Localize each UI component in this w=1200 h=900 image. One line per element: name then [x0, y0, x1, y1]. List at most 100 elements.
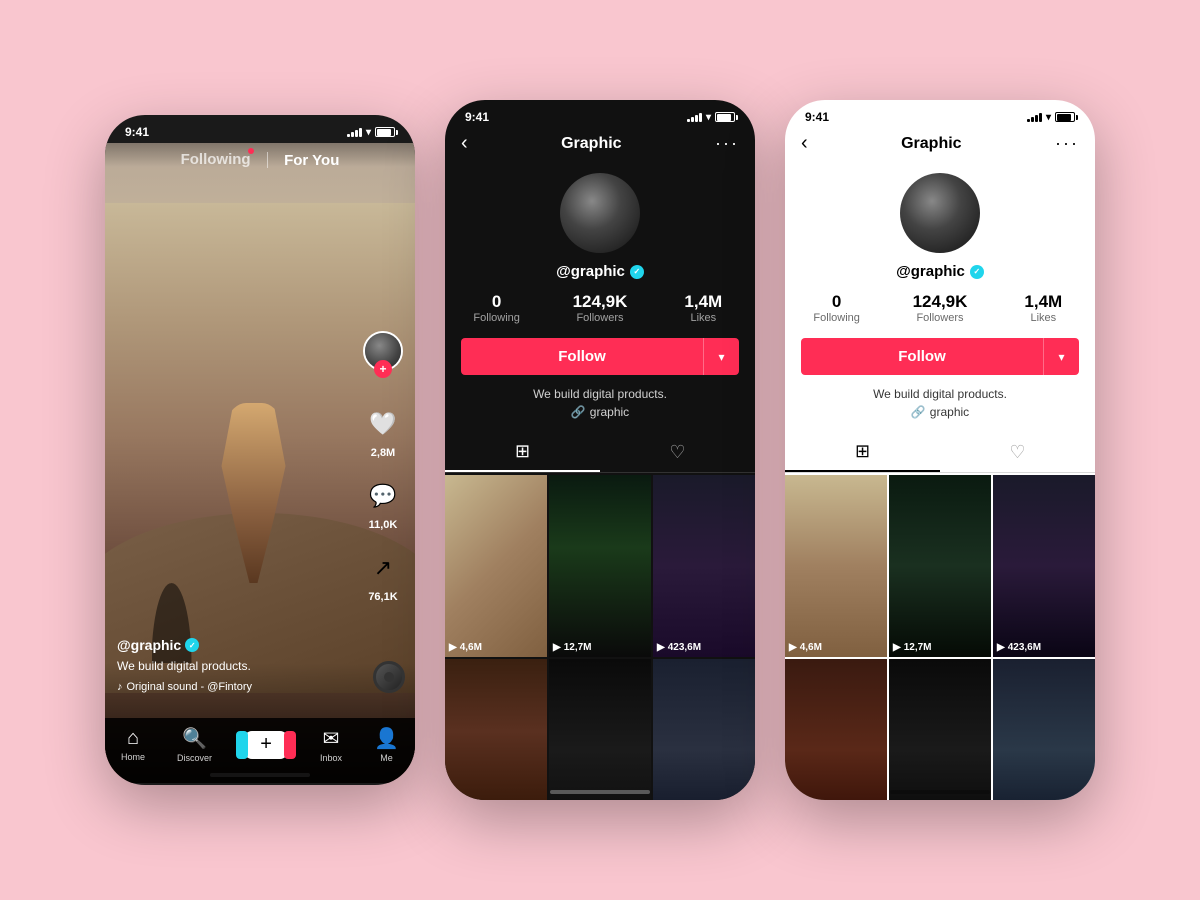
grid-tab-2[interactable]: ⊞ — [445, 433, 600, 472]
avatar-image-3 — [900, 173, 980, 253]
follow-button-2[interactable]: Follow — [461, 338, 703, 375]
grid-item-l3[interactable]: ▶ 423,6M — [993, 475, 1095, 657]
notif-dot — [248, 148, 254, 154]
search-icon: 🔍 — [182, 726, 207, 751]
profile-title-3: Graphic — [901, 135, 961, 153]
more-button-2[interactable]: ··· — [715, 133, 739, 154]
follow-row-2: Follow ▾ — [461, 338, 739, 375]
grid-item-l2[interactable]: ▶ 12,7M — [889, 475, 991, 657]
wifi-icon-3: ▾ — [1046, 112, 1051, 123]
nav-inbox[interactable]: ✉ Inbox — [320, 726, 342, 763]
nav-create[interactable]: + — [244, 731, 288, 759]
thumb-1 — [445, 475, 547, 657]
music-disc — [373, 661, 405, 693]
profile-avatar-2 — [560, 173, 640, 253]
avatar-wrap-2 — [445, 163, 755, 263]
grid-item-3[interactable]: ▶ 423,6M — [653, 475, 755, 657]
profile-icon: 👤 — [374, 726, 399, 751]
share-action[interactable]: ↗ 76,1K — [364, 549, 402, 603]
comment-action[interactable]: 💬 11,0K — [364, 477, 402, 531]
thumb-l2 — [889, 475, 991, 657]
thumb-l3 — [993, 475, 1095, 657]
following-tab[interactable]: Following — [181, 151, 251, 168]
create-icon[interactable]: + — [244, 731, 288, 759]
count-1: ▶ 4,6M — [449, 642, 482, 653]
phone1: 9:41 ▾ — [105, 115, 415, 785]
profile-header-2: ‹ Graphic ··· — [445, 128, 755, 163]
video-actions: + 🤍 2,8M 💬 11,0K ↗ 76,1K — [363, 331, 403, 603]
link-3: 🔗 graphic — [785, 405, 1095, 419]
disc-center — [384, 672, 394, 682]
follow-button-3[interactable]: Follow — [801, 338, 1043, 375]
wifi-icon-1: ▾ — [366, 127, 371, 138]
tab-divider — [267, 152, 269, 168]
link-icon-2: 🔗 — [571, 405, 586, 419]
grid-item-l1[interactable]: ▶ 4,6M — [785, 475, 887, 657]
grid-item-l5[interactable]: ▶ 423,6M — [889, 659, 991, 800]
liked-tab-3[interactable]: ♡ — [940, 433, 1095, 472]
verified-badge-3: ✓ — [970, 265, 984, 279]
follow-dropdown-3[interactable]: ▾ — [1043, 338, 1079, 375]
bio-3: We build digital products. — [785, 387, 1095, 401]
grid-item-4[interactable]: ▶ 12,7M — [445, 659, 547, 800]
status-bar-1: 9:41 ▾ — [105, 115, 415, 143]
grid-item-2[interactable]: ▶ 12,7M — [549, 475, 651, 657]
grid-item-1[interactable]: ▶ 4,6M — [445, 475, 547, 657]
thumb-l6 — [993, 659, 1095, 800]
status-bar-2: 9:41 ▾ — [445, 100, 755, 128]
thumb-2 — [549, 475, 651, 657]
video-info: @graphic ✓ We build digital products. ♪ … — [117, 637, 355, 693]
nav-discover[interactable]: 🔍 Discover — [177, 726, 212, 763]
grid-item-5[interactable]: ▶ 423,6M — [549, 659, 651, 800]
grid-tab-3[interactable]: ⊞ — [785, 433, 940, 472]
back-button-3[interactable]: ‹ — [801, 132, 808, 155]
play-l1: ▶ — [789, 642, 797, 653]
bottom-nav: ⌂ Home 🔍 Discover + ✉ Inbox 👤 Me — [105, 718, 415, 783]
share-count: 76,1K — [368, 591, 397, 603]
profile-avatar-3 — [900, 173, 980, 253]
avatar-image-2 — [560, 173, 640, 253]
status-icons-2: ▾ — [687, 112, 735, 123]
play-icon-3: ▶ — [657, 642, 665, 653]
liked-tab-2[interactable]: ♡ — [600, 433, 755, 472]
more-button-3[interactable]: ··· — [1055, 133, 1079, 154]
profile-title-2: Graphic — [561, 135, 621, 153]
video-grid-3: ▶ 4,6M ▶ 12,7M ▶ 423,6M — [785, 475, 1095, 800]
back-button-2[interactable]: ‹ — [461, 132, 468, 155]
signal-icon-2 — [687, 112, 702, 122]
like-action[interactable]: 🤍 2,8M — [364, 405, 402, 459]
heart-icon: 🤍 — [364, 405, 402, 443]
phone3: 9:41 ▾ ‹ Graphic ··· — [785, 100, 1095, 800]
thumb-5 — [549, 659, 651, 800]
profile-tabs-2: ⊞ ♡ — [445, 433, 755, 473]
follow-plus[interactable]: + — [374, 360, 392, 378]
home-icon: ⌂ — [127, 727, 139, 750]
thumb-l1 — [785, 475, 887, 657]
time-1: 9:41 — [125, 125, 149, 139]
music-note-icon: ♪ — [117, 681, 123, 693]
profile-tabs-3: ⊞ ♡ — [785, 433, 1095, 473]
play-icon-2: ▶ — [553, 642, 561, 653]
battery-icon-2 — [715, 112, 735, 122]
nav-home[interactable]: ⌂ Home — [121, 727, 145, 762]
follow-dropdown-2[interactable]: ▾ — [703, 338, 739, 375]
nav-me[interactable]: 👤 Me — [374, 726, 399, 763]
grid-item-l4[interactable]: ▶ 12,7M — [785, 659, 887, 800]
likes-stat-2: 1,4M Likes — [652, 292, 755, 324]
grid-item-6[interactable]: ▶ 4,6M — [653, 659, 755, 800]
username-2: @graphic ✓ — [445, 263, 755, 280]
play-l3: ▶ — [997, 642, 1005, 653]
grid-item-l6[interactable]: ▶ 4,6M — [993, 659, 1095, 800]
video-feed: Following For You + 🤍 2,8M — [105, 143, 415, 783]
status-bar-3: 9:41 ▾ — [785, 100, 1095, 128]
thumb-4 — [445, 659, 547, 800]
username-3: @graphic ✓ — [785, 263, 1095, 280]
signal-icon-1 — [347, 127, 362, 137]
avatar-action[interactable]: + — [363, 331, 403, 371]
verified-icon: ✓ — [185, 638, 199, 652]
following-tab-wrap[interactable]: Following — [181, 151, 251, 169]
followers-stat-2: 124,9K Followers — [548, 292, 651, 324]
video-grid-2: ▶ 4,6M ▶ 12,7M ▶ 423,6M — [445, 475, 755, 800]
for-you-tab[interactable]: For You — [284, 152, 339, 169]
video-sound: ♪ Original sound - @Fintory — [117, 681, 355, 693]
